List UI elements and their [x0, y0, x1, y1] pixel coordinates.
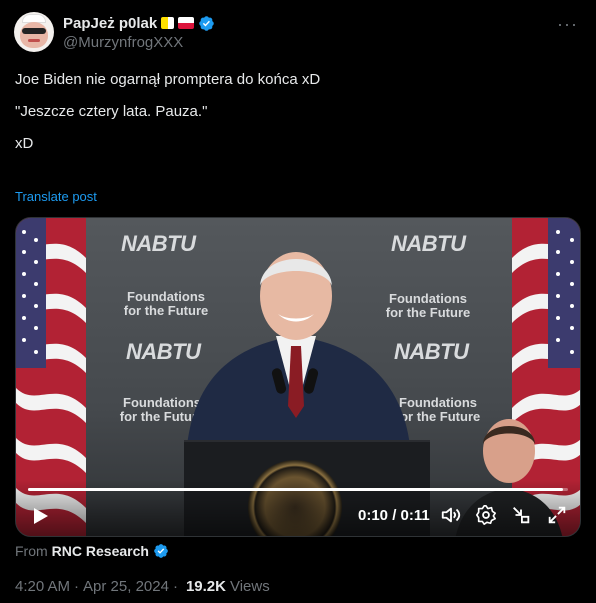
video-controls: 0:10 / 0:11	[16, 480, 580, 536]
author-block: PapJeż p0lak @MurzynfrogXXX	[63, 12, 215, 56]
video-source: From RNC Research	[15, 541, 169, 561]
source-name-link[interactable]: RNC Research	[52, 543, 149, 559]
video-player[interactable]: NABTU NABTU Foundations for the Future F…	[15, 217, 581, 537]
volume-icon[interactable]	[440, 504, 462, 526]
tweet-line: Joe Biden nie ogarnął promptera do końca…	[15, 71, 321, 88]
tweet-line: "Jeszcze cztery lata. Pauza."	[15, 103, 208, 120]
translate-post-link[interactable]: Translate post	[15, 189, 97, 204]
views-count: 19.2K	[185, 578, 226, 595]
verified-badge-icon	[154, 544, 168, 558]
tweet-header: PapJeż p0lak @MurzynfrogXXX ···	[14, 12, 582, 56]
fullscreen-icon[interactable]	[546, 504, 568, 526]
tweet-meta: 4:20 AM · Apr 25, 2024 · 19.2K Views	[15, 578, 270, 595]
minimize-icon[interactable]	[510, 504, 532, 526]
tweet-time[interactable]: 4:20 AM	[15, 578, 70, 595]
play-icon[interactable]	[28, 504, 52, 528]
source-prefix: From	[15, 543, 48, 559]
poland-flag-icon	[178, 17, 195, 29]
tweet-date[interactable]: Apr 25, 2024	[83, 578, 169, 595]
meta-separator: ·	[172, 578, 178, 595]
video-progress-fill	[28, 488, 563, 491]
speaker-figure	[186, 252, 411, 456]
vatican-flag-icon	[161, 17, 175, 29]
verified-badge-icon	[199, 15, 214, 31]
author-display-name[interactable]: PapJeż p0lak	[63, 15, 157, 32]
meta-separator: ·	[74, 578, 80, 595]
avatar[interactable]	[14, 12, 54, 52]
settings-icon[interactable]	[475, 504, 497, 526]
video-time: 0:10 / 0:11	[358, 507, 430, 524]
views-label: Views	[229, 578, 270, 595]
author-handle[interactable]: @MurzynfrogXXX	[63, 34, 215, 51]
tweet-text: Joe Biden nie ogarnął promptera do końca…	[15, 70, 575, 154]
more-icon[interactable]: ···	[557, 14, 578, 35]
video-progress-bar[interactable]	[28, 488, 568, 491]
tweet-line: xD	[15, 135, 34, 152]
